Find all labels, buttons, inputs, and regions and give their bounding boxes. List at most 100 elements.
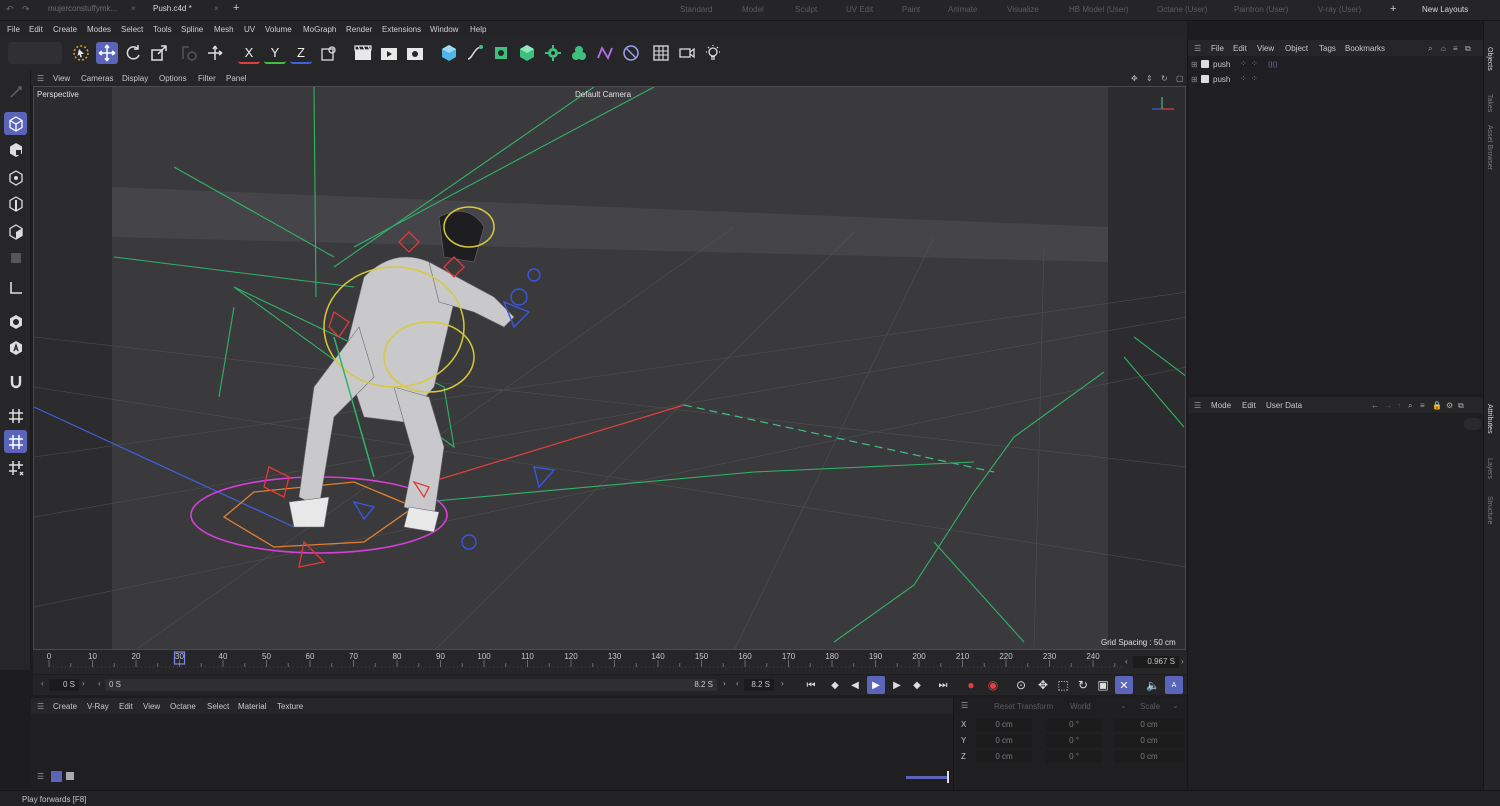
size-x-field[interactable]: 0 cm — [1114, 719, 1184, 731]
render-settings-icon[interactable] — [404, 42, 426, 64]
material-menu-view[interactable]: View — [143, 702, 160, 711]
autokey-icon[interactable]: ◉ — [985, 677, 1001, 693]
render-dots-icon[interactable]: ⁘ — [1251, 59, 1258, 68]
size-mode-dropdown[interactable]: Scale — [1140, 702, 1160, 711]
size-y-field[interactable]: 0 cm — [1114, 735, 1184, 747]
search-icon[interactable]: ⌕ — [1408, 401, 1412, 411]
doc-tab-2[interactable]: Push.c4d * — [153, 4, 192, 13]
attributes-menu-user-data[interactable]: User Data — [1266, 401, 1302, 410]
next-frame-icon[interactable]: ▶ — [889, 677, 905, 693]
menu-tools[interactable]: Tools — [153, 25, 172, 34]
material-menu-material[interactable]: Material — [238, 702, 266, 711]
tab-takes[interactable]: Takes — [1486, 94, 1493, 112]
forward-arrow-icon[interactable]: → — [1384, 401, 1392, 410]
locked-workplane-icon[interactable] — [4, 456, 27, 479]
filter-icon[interactable]: ≡ — [1420, 401, 1425, 410]
visibility-dots-icon[interactable]: ⁘ — [1240, 59, 1247, 68]
record-position-icon[interactable]: ✥ — [1035, 677, 1051, 693]
rotation-x-field[interactable]: 0 ° — [1046, 719, 1102, 731]
tile-view-icon[interactable] — [66, 772, 74, 780]
spline-pen-icon[interactable] — [464, 42, 486, 64]
3d-viewport[interactable]: Perspective Default Camera Grid Spacing … — [33, 86, 1186, 650]
menu-file[interactable]: File — [7, 25, 20, 34]
render-picture-viewer-icon[interactable] — [378, 42, 400, 64]
object-name[interactable]: push — [1213, 60, 1230, 69]
material-menu-edit[interactable]: Edit — [119, 702, 133, 711]
layout-visualize[interactable]: Visualize — [1007, 5, 1039, 14]
move-tool-icon[interactable] — [96, 42, 118, 64]
hamburger-icon[interactable]: ☰ — [37, 74, 44, 83]
range-next-arrow[interactable]: › — [723, 679, 726, 688]
viewport-menu-options[interactable]: Options — [159, 74, 187, 83]
maximize-view-icon[interactable]: ▢ — [1176, 74, 1184, 83]
field-icon[interactable] — [620, 42, 642, 64]
expand-icon[interactable]: ⊞ — [1191, 60, 1198, 69]
menu-volume[interactable]: Volume — [265, 25, 292, 34]
tab-structure[interactable]: Structure — [1486, 496, 1493, 524]
scale-tool-icon[interactable] — [148, 42, 170, 64]
tab-attributes[interactable]: Attributes — [1486, 404, 1493, 434]
filter-icon[interactable]: ≡ — [1453, 44, 1458, 53]
rotate-view-icon[interactable]: ↻ — [1161, 74, 1168, 83]
tab-layers[interactable]: Layers — [1486, 458, 1493, 479]
camera-icon[interactable] — [676, 42, 698, 64]
home-icon[interactable]: ⌂ — [1441, 44, 1446, 53]
end-time-field[interactable]: 8.2 S — [744, 679, 774, 691]
object-row[interactable]: ⊞ push ⁘ ⁘ ⌷⌷ — [1188, 59, 1484, 71]
floor-grid-icon[interactable] — [650, 42, 672, 64]
material-menu-select[interactable]: Select — [207, 702, 229, 711]
cloner-icon[interactable] — [542, 42, 564, 64]
record-rotation-icon[interactable]: ↻ — [1075, 677, 1091, 693]
record-pla-icon[interactable]: ✕ — [1115, 676, 1133, 694]
start-prev-arrow[interactable]: ‹ — [41, 679, 44, 688]
texture-mode-icon[interactable] — [4, 138, 27, 161]
model-mode-icon[interactable] — [4, 112, 27, 135]
preview-range-slider[interactable]: 0 S 8.2 S — [105, 679, 717, 691]
list-view-icon[interactable]: ☰ — [37, 772, 44, 781]
snap-settings-icon[interactable] — [4, 336, 27, 359]
material-menu-create[interactable]: Create — [53, 702, 77, 711]
menu-render[interactable]: Render — [346, 25, 372, 34]
next-keyframe-icon[interactable]: ◆ — [909, 677, 925, 693]
expand-icon[interactable]: ⊞ — [1191, 75, 1198, 84]
mograph-cloner-icon[interactable] — [568, 42, 590, 64]
rotation-y-field[interactable]: 0 ° — [1046, 735, 1102, 747]
go-to-end-icon[interactable]: ⏭ — [935, 677, 951, 693]
layout-octane[interactable]: Octane (User) — [1157, 5, 1207, 14]
keyframe-selection-icon[interactable]: ⊙ — [1013, 677, 1029, 693]
pan-view-icon[interactable]: ✥ — [1131, 74, 1138, 83]
viewport-camera-label[interactable]: Default Camera — [575, 90, 631, 99]
snapping-magnet-icon[interactable] — [4, 370, 27, 393]
objects-menu-object[interactable]: Object — [1285, 44, 1308, 53]
menu-create[interactable]: Create — [53, 25, 77, 34]
layout-animate[interactable]: Animate — [948, 5, 977, 14]
end-next-arrow[interactable]: › — [781, 679, 784, 688]
menu-mesh[interactable]: Mesh — [214, 25, 234, 34]
edges-mode-icon[interactable] — [4, 192, 27, 215]
solo-mode-icon[interactable] — [4, 310, 27, 333]
rotation-z-field[interactable]: 0 ° — [1046, 751, 1102, 763]
new-window-icon[interactable]: ⧉ — [1458, 401, 1464, 411]
object-list[interactable]: ⊞ push ⁘ ⁘ ⌷⌷ ⊞ push ⁘ ⁘ — [1187, 56, 1483, 394]
polygons-mode-icon[interactable] — [4, 220, 27, 243]
time-next-arrow[interactable]: › — [1181, 657, 1184, 666]
undo-icon[interactable]: ↶ — [6, 4, 14, 15]
axis-mode-icon[interactable] — [4, 276, 27, 299]
render-view-icon[interactable] — [352, 42, 374, 64]
menu-edit[interactable]: Edit — [29, 25, 43, 34]
object-row[interactable]: ⊞ push ⁘ ⁘ — [1188, 74, 1484, 86]
tab-close-icon[interactable]: × — [131, 4, 136, 13]
attribute-toggle[interactable] — [1464, 418, 1482, 430]
layout-sculpt[interactable]: Sculpt — [795, 5, 817, 14]
mode-dropdown[interactable] — [8, 42, 62, 64]
hamburger-icon[interactable]: ☰ — [37, 702, 44, 711]
play-forwards-icon[interactable]: ▶ — [867, 676, 885, 694]
tab-objects[interactable]: Objects — [1486, 47, 1493, 71]
zoom-slider[interactable] — [906, 776, 948, 779]
reset-transform-button[interactable]: Reset Transform — [994, 702, 1053, 711]
uv-mode-icon[interactable] — [4, 246, 27, 269]
back-arrow-icon[interactable]: ← — [1371, 401, 1379, 410]
add-layout-icon[interactable]: + — [1390, 3, 1396, 15]
menu-mograph[interactable]: MoGraph — [303, 25, 336, 34]
make-editable-icon[interactable] — [4, 80, 27, 103]
